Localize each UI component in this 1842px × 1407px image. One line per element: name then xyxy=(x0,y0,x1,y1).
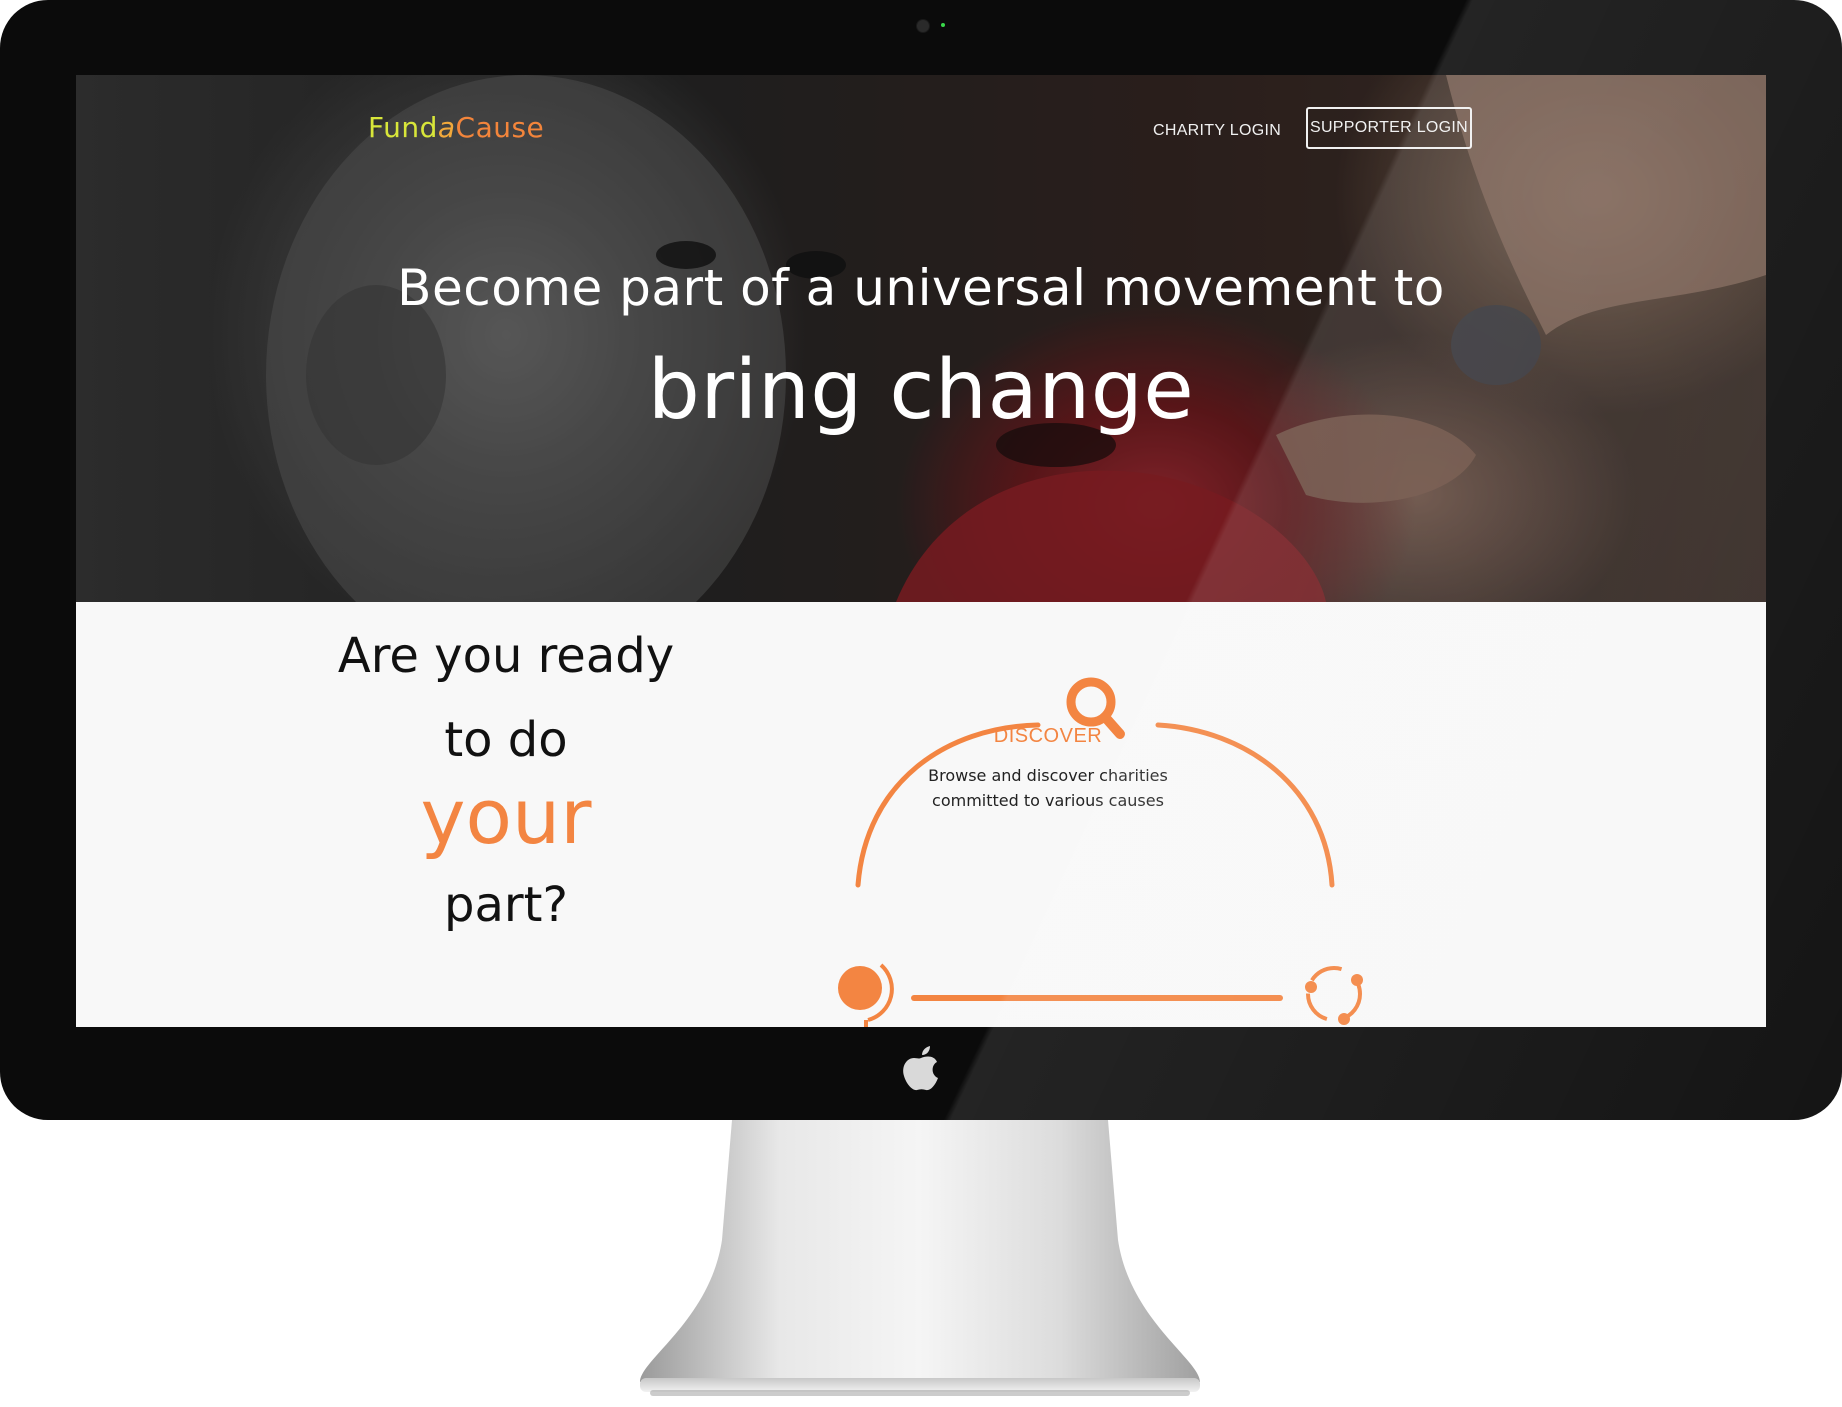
logo-part-fund: Fund xyxy=(368,111,438,144)
ready-line-3: your xyxy=(420,772,592,861)
cycle-icon[interactable] xyxy=(1305,966,1363,1025)
ready-line-2: to do xyxy=(444,712,568,768)
hero-headline: bring change xyxy=(647,343,1195,438)
supporter-login-button[interactable]: SUPPORTER LOGIN xyxy=(1306,107,1472,149)
monitor-stand xyxy=(640,1120,1200,1396)
ready-line-1: Are you ready xyxy=(337,628,675,684)
hero-overlay xyxy=(76,75,1766,602)
discover-title: DISCOVER xyxy=(993,725,1103,747)
logo-part-cause: Cause xyxy=(455,111,545,144)
apple-logo-icon xyxy=(903,1046,938,1091)
camera-icon xyxy=(916,19,930,33)
logo-part-a: a xyxy=(437,111,456,144)
discover-desc-line-2: committed to various causes xyxy=(932,791,1164,810)
monitor-frame: FundaCause CHARITY LOGIN SUPPORTER LOGIN… xyxy=(0,0,1842,1120)
hero-banner: FundaCause CHARITY LOGIN SUPPORTER LOGIN… xyxy=(76,75,1766,602)
hero-tagline: Become part of a universal movement to xyxy=(397,259,1445,317)
brand-logo[interactable]: FundaCause xyxy=(368,111,544,151)
screen: FundaCause CHARITY LOGIN SUPPORTER LOGIN… xyxy=(76,75,1766,1027)
globe-icon[interactable] xyxy=(838,963,894,1027)
discover-desc-line-1: Browse and discover charities xyxy=(928,766,1168,785)
ready-line-4: part? xyxy=(444,877,568,933)
discover-description: Browse and discover charities committed … xyxy=(898,763,1198,813)
charity-login-link[interactable]: CHARITY LOGIN xyxy=(1153,116,1281,146)
camera-led xyxy=(941,23,945,27)
